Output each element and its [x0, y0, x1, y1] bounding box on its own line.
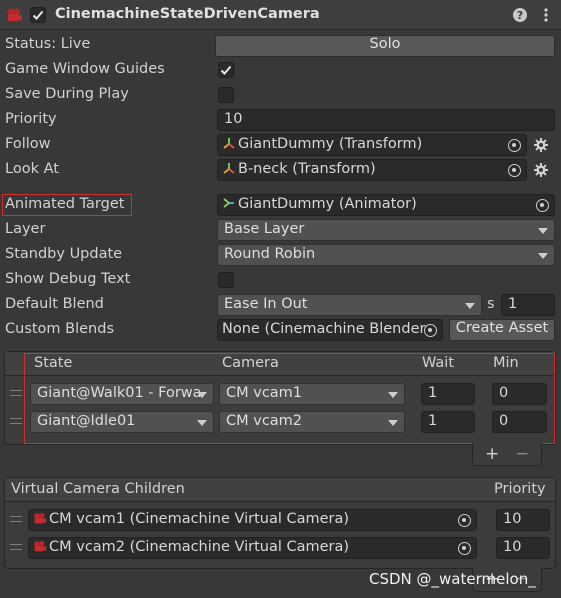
follow-field[interactable]: GiantDummy (Transform): [217, 134, 527, 156]
standby-update-label: Standby Update: [5, 246, 123, 262]
look-at-field[interactable]: B-neck (Transform): [217, 159, 527, 181]
priority-input[interactable]: 10: [217, 109, 555, 131]
layer-label: Layer: [5, 221, 46, 237]
children-title: Virtual Camera Children: [11, 481, 185, 497]
chevron-down-icon: [465, 303, 475, 309]
cinemachine-camera-icon: [34, 540, 47, 552]
cinemachine-camera-icon: [7, 8, 22, 21]
instructions-footer: [472, 443, 542, 466]
look-at-label: Look At: [5, 161, 59, 177]
transform-icon: [223, 163, 235, 174]
blend-time-unit: s: [487, 296, 495, 312]
object-picker-icon[interactable]: [508, 164, 521, 177]
game-window-guides-label: Game Window Guides: [5, 61, 165, 77]
object-picker-icon[interactable]: [458, 542, 471, 555]
checkmark-icon: [220, 65, 232, 75]
default-blend-dropdown[interactable]: Ease In Out: [217, 294, 482, 316]
blend-time-input[interactable]: 1: [501, 294, 555, 316]
help-icon[interactable]: ?: [512, 7, 528, 23]
gear-icon[interactable]: [533, 137, 549, 153]
save-during-play-checkbox[interactable]: [218, 87, 234, 103]
remove-instruction-button[interactable]: −: [515, 444, 529, 464]
child-camera-field[interactable]: CM vcam2 (Cinemachine Virtual Camera): [28, 537, 477, 559]
animated-target-field[interactable]: GiantDummy (Animator): [217, 194, 555, 216]
children-priority-header: Priority: [494, 481, 546, 497]
watermark-text: CSDN @_watermelon_: [369, 570, 536, 588]
animated-target-value: GiantDummy (Animator): [238, 196, 417, 212]
object-picker-icon[interactable]: [458, 514, 471, 527]
status-label: Status: Live: [5, 36, 91, 52]
child-camera-value: CM vcam1 (Cinemachine Virtual Camera): [49, 511, 350, 527]
show-debug-text-checkbox[interactable]: [218, 272, 234, 288]
child-camera-field[interactable]: CM vcam1 (Cinemachine Virtual Camera): [28, 509, 477, 531]
animated-target-label: Animated Target: [5, 196, 125, 212]
object-picker-icon[interactable]: [508, 139, 521, 152]
instructions-highlight: [24, 353, 555, 444]
follow-value: GiantDummy (Transform): [238, 136, 423, 152]
standby-update-value: Round Robin: [224, 246, 316, 262]
game-window-guides-checkbox[interactable]: [218, 62, 234, 78]
create-asset-button[interactable]: Create Asset: [449, 319, 555, 341]
layer-value: Base Layer: [224, 221, 305, 237]
chevron-down-icon: [538, 228, 548, 234]
show-debug-text-label: Show Debug Text: [5, 271, 131, 287]
svg-text:?: ?: [517, 9, 523, 22]
gear-icon[interactable]: [533, 162, 549, 178]
drag-handle-icon[interactable]: [10, 390, 22, 396]
child-priority-input[interactable]: 10: [496, 537, 550, 559]
object-picker-icon[interactable]: [536, 199, 549, 212]
child-priority-input[interactable]: 10: [496, 509, 550, 531]
cinemachine-camera-icon: [34, 512, 47, 524]
drag-handle-icon[interactable]: [10, 516, 22, 522]
chevron-down-icon: [538, 253, 548, 259]
default-blend-value: Ease In Out: [224, 296, 308, 312]
transform-icon: [223, 138, 235, 149]
custom-blends-field[interactable]: None (Cinemachine Blender: [217, 319, 443, 341]
component-title: CinemachineStateDrivenCamera: [55, 6, 320, 22]
child-camera-value: CM vcam2 (Cinemachine Virtual Camera): [49, 539, 350, 555]
save-during-play-label: Save During Play: [5, 86, 129, 102]
custom-blends-value: None (Cinemachine Blender: [222, 321, 426, 337]
component-header: CinemachineStateDrivenCamera ?: [0, 0, 561, 30]
drag-handle-icon[interactable]: [10, 418, 22, 424]
object-picker-icon[interactable]: [424, 324, 437, 337]
checkmark-icon: [32, 10, 44, 20]
standby-update-dropdown[interactable]: Round Robin: [217, 244, 555, 266]
component-enabled-checkbox[interactable]: [30, 7, 46, 23]
layer-dropdown[interactable]: Base Layer: [217, 219, 555, 241]
drag-handle-icon[interactable]: [10, 544, 22, 550]
default-blend-label: Default Blend: [5, 296, 104, 312]
look-at-value: B-neck (Transform): [238, 161, 376, 177]
custom-blends-label: Custom Blends: [5, 321, 115, 337]
solo-button[interactable]: Solo: [215, 35, 555, 57]
follow-label: Follow: [5, 136, 51, 152]
kebab-menu-icon[interactable]: [538, 7, 554, 23]
add-instruction-button[interactable]: +: [485, 444, 499, 464]
priority-label: Priority: [5, 111, 57, 127]
animator-icon: [223, 198, 234, 208]
